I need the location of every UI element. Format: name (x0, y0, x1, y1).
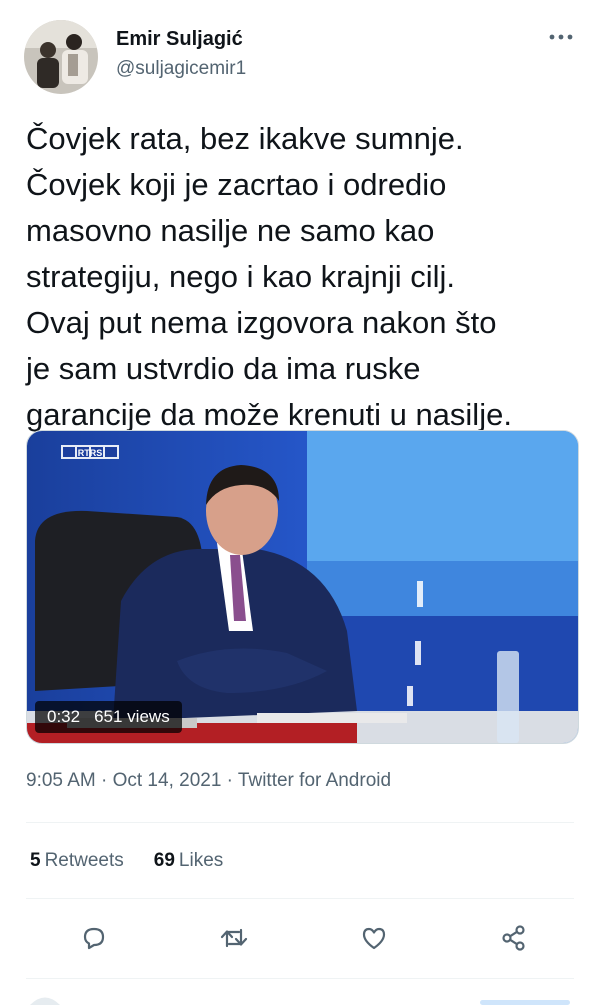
author-handle[interactable]: @suljagicemir1 (116, 58, 246, 80)
tweet-text-line: strategiju, nego i kao krajnji cilj. (26, 259, 456, 294)
like-icon[interactable] (354, 918, 394, 958)
share-icon[interactable] (494, 918, 534, 958)
likes-label: Likes (178, 850, 224, 871)
divider (26, 822, 574, 823)
tweet-text-line: Čovjek koji je zacrtao i odredio (26, 167, 447, 202)
reply-icon[interactable] (74, 918, 114, 958)
tweet-header: Emir Suljagić @suljagicemir1 (24, 20, 576, 100)
divider (26, 978, 574, 979)
action-bar (26, 918, 574, 958)
video-views: 651 views (94, 707, 170, 726)
tweet-text-line: Ovaj put nema izgovora nakon što (26, 305, 497, 340)
video-info-badge: 0:32 651 views (35, 701, 182, 733)
channel-logo-text: RTRS (78, 448, 103, 458)
retweets-count: 5 (30, 850, 41, 871)
likes-count: 69 (153, 850, 175, 871)
profile-photo-icon (24, 20, 98, 94)
author-name[interactable]: Emir Suljagić (116, 28, 243, 51)
tweet-stats: 5 Retweets 69 Likes (30, 850, 223, 872)
likes-stat[interactable]: 69 Likes (154, 850, 224, 872)
retweet-icon[interactable] (214, 918, 254, 958)
next-item-edge (0, 990, 600, 1005)
video-thumbnail: RTRS (27, 431, 578, 743)
avatar[interactable] (24, 20, 98, 94)
divider (26, 898, 574, 899)
more-options-icon[interactable] (548, 30, 574, 44)
video-duration: 0:32 (47, 707, 81, 726)
tweet-text: Čovjek rata, bez ikakve sumnje. Čovjek k… (26, 116, 586, 438)
retweets-stat[interactable]: 5 Retweets (30, 850, 124, 872)
tweet-text-line: je sam ustvrdio da ima ruske (26, 351, 421, 386)
tweet-text-line: masovno nasilje ne samo kao (26, 213, 435, 248)
tweet-text-line: Čovjek rata, bez ikakve sumnje. (26, 121, 464, 156)
retweets-label: Retweets (44, 850, 124, 871)
video-player[interactable]: RTRS 0:32 651 views (26, 430, 579, 744)
channel-logo: RTRS (61, 445, 119, 459)
tweet-timestamp[interactable]: 9:05 AM · Oct 14, 2021 · Twitter for And… (26, 770, 391, 792)
